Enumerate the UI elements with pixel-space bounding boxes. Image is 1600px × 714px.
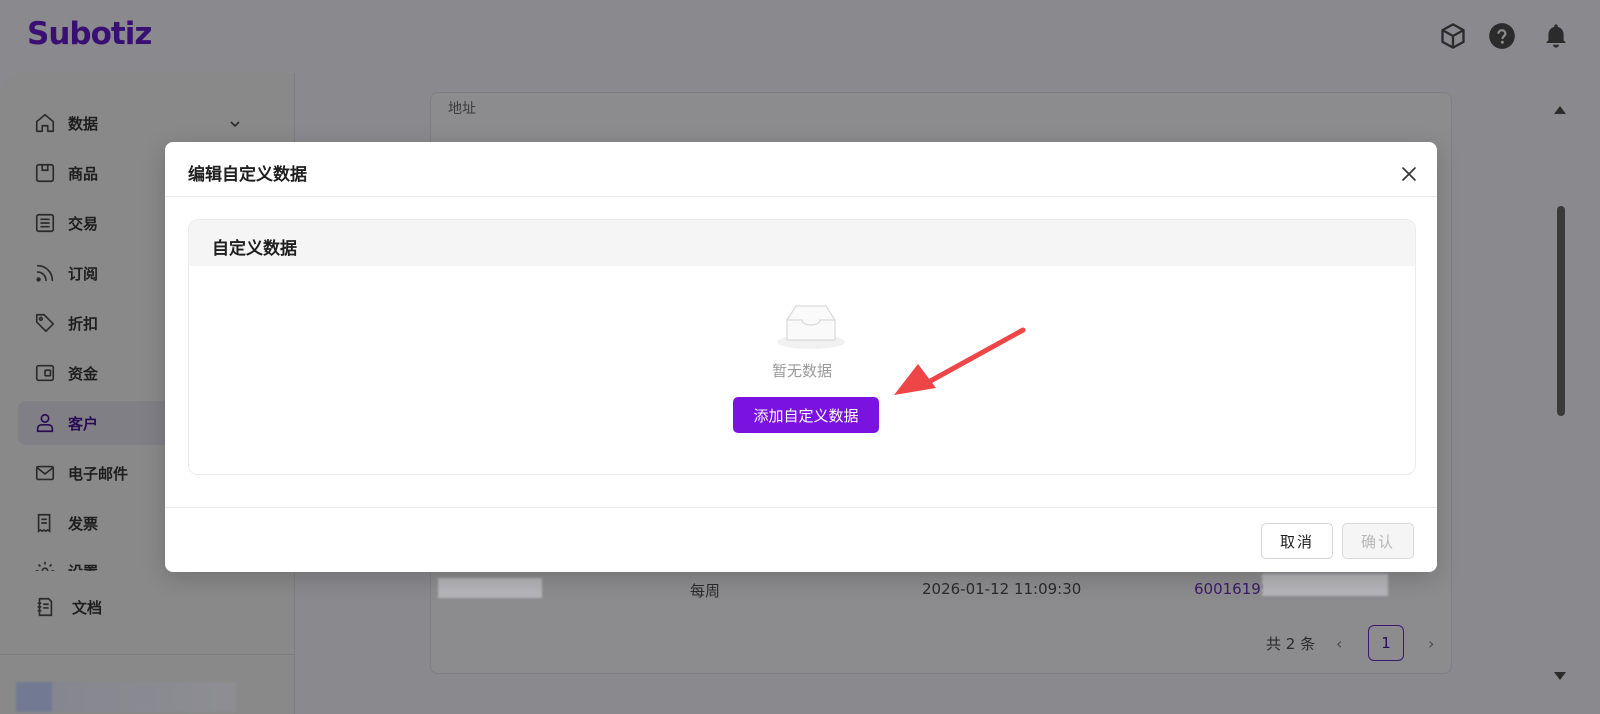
chevron-down-icon[interactable] <box>228 116 242 130</box>
sidebar-item-label: 电子邮件 <box>68 465 129 483</box>
empty-state-text: 暂无数据 <box>771 362 832 380</box>
sidebar-item-label: 订阅 <box>68 265 99 283</box>
confirm-button[interactable]: 确认 <box>1342 523 1414 559</box>
section-header: 自定义数据 <box>189 220 1415 266</box>
address-label: 地址 <box>448 101 476 117</box>
sidebar-item-docs[interactable]: 文档 <box>18 585 264 629</box>
custom-data-section: 自定义数据 暂无数据 添加自定义数据 <box>188 219 1416 475</box>
main-scroll-up[interactable] <box>1554 106 1566 114</box>
dialog-footer-divider <box>165 507 1437 508</box>
sidebar-item-label: 发票 <box>68 515 99 533</box>
document-icon <box>34 596 56 618</box>
main-scroll-down[interactable] <box>1554 672 1566 680</box>
help-icon[interactable] <box>1488 22 1516 50</box>
row-datetime: 2026-01-12 11:09:30 <box>922 580 1082 598</box>
sidebar-item-label: 数据 <box>68 115 99 133</box>
mail-icon <box>34 462 56 484</box>
page: Subotiz 数据 商品 交易 订阅 折扣 资金 客户 电子邮件 发票 文档 … <box>0 0 1600 714</box>
sidebar-item-label: 设置 <box>68 561 98 571</box>
pagination-next[interactable]: › <box>1428 634 1434 653</box>
edit-custom-data-dialog: 编辑自定义数据 自定义数据 暂无数据 添加自定义数据 取消 确认 <box>165 142 1437 572</box>
sidebar-item-data[interactable]: 数据 <box>18 101 264 145</box>
wallet-icon <box>34 362 56 384</box>
close-icon[interactable] <box>1399 164 1419 184</box>
sidebar-item-label: 折扣 <box>68 315 99 333</box>
pagination-page[interactable]: 1 <box>1368 625 1404 661</box>
dialog-header-divider <box>165 196 1437 197</box>
sidebar-divider <box>0 654 294 655</box>
account-info-blurred[interactable] <box>16 682 236 712</box>
sidebar-item-label: 文档 <box>72 599 103 617</box>
sidebar-item-label: 商品 <box>68 165 99 183</box>
app-logo[interactable]: Subotiz <box>27 16 152 52</box>
rss-icon <box>34 262 56 284</box>
main-scrollbar[interactable] <box>1557 206 1565 416</box>
top-bar: Subotiz <box>0 0 1600 72</box>
sidebar-item-label: 资金 <box>68 365 99 383</box>
box-icon <box>34 162 56 184</box>
pagination-prev[interactable]: ‹ <box>1336 634 1342 653</box>
user-icon <box>34 412 56 434</box>
receipt-icon <box>34 512 56 534</box>
sidebar-item-label: 客户 <box>68 415 99 433</box>
list-icon <box>34 212 56 234</box>
sidebar-item-label: 交易 <box>68 215 99 233</box>
cube-icon[interactable] <box>1439 22 1467 50</box>
dialog-title: 编辑自定义数据 <box>188 165 307 185</box>
blurred-cell <box>1262 574 1388 596</box>
section-title: 自定义数据 <box>212 239 297 259</box>
settings-icon <box>34 560 56 571</box>
row-frequency: 每周 <box>690 582 721 600</box>
empty-inbox-icon <box>775 300 847 350</box>
cancel-button[interactable]: 取消 <box>1261 523 1333 559</box>
blurred-cell <box>438 578 542 598</box>
row-id-link[interactable]: 60016199 <box>1194 580 1270 598</box>
add-custom-data-button[interactable]: 添加自定义数据 <box>733 397 879 433</box>
home-icon <box>34 112 56 134</box>
pagination-total: 共 2 条 <box>1266 635 1316 653</box>
tag-icon <box>34 312 56 334</box>
bell-icon[interactable] <box>1542 22 1570 50</box>
